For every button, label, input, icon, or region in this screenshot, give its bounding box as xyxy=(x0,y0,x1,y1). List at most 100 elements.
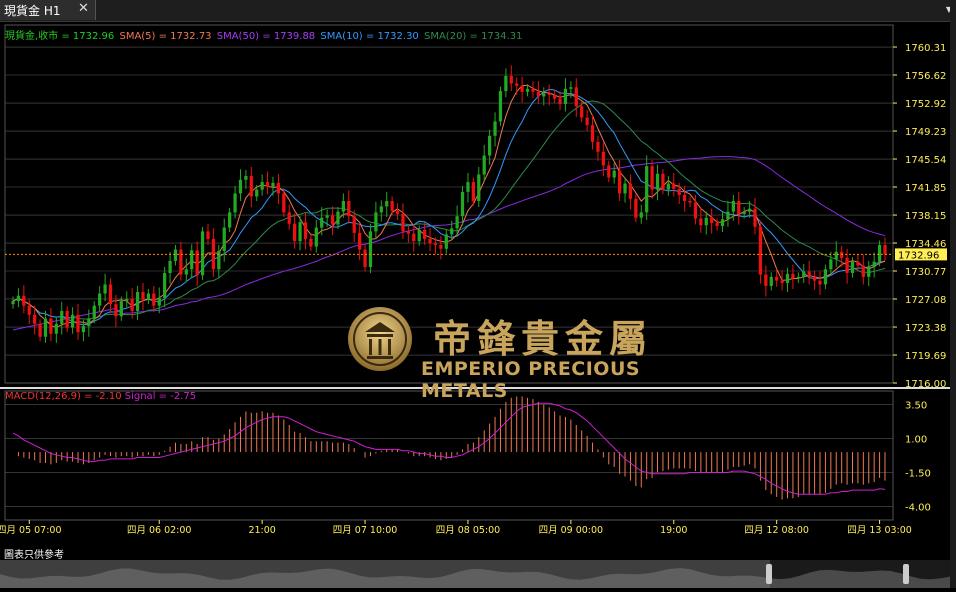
candle-body xyxy=(639,212,643,218)
candle-body xyxy=(845,257,849,274)
candle-body xyxy=(612,170,616,178)
candle-body xyxy=(525,88,530,92)
chart-svg[interactable]: 1760.31 1756.62 1752.92 1749.23 1745.54 1741.… xyxy=(0,22,950,562)
time-axis-label: 四月 05 07:00 xyxy=(0,525,62,536)
candle-body xyxy=(829,259,833,270)
candle-body xyxy=(119,301,123,317)
candle-body xyxy=(130,298,134,311)
candle-body xyxy=(645,166,649,213)
candle-body xyxy=(244,176,248,180)
candle-body xyxy=(867,266,871,277)
right-scrollbar[interactable] xyxy=(950,0,956,588)
candle-body xyxy=(163,273,167,299)
candle-body xyxy=(450,228,454,235)
time-axis-label: 21:00 xyxy=(248,525,275,536)
candle-body xyxy=(92,305,96,319)
time-axis-label: 四月 09 00:00 xyxy=(539,525,604,536)
candle-body xyxy=(737,201,741,214)
candle-body xyxy=(38,323,42,337)
candle-body xyxy=(726,211,730,220)
candle-body xyxy=(596,141,600,152)
candle-body xyxy=(54,323,58,334)
navigator-handle[interactable] xyxy=(766,564,772,584)
candle-body xyxy=(265,182,270,187)
candle-body xyxy=(607,165,611,178)
candle-body xyxy=(850,261,855,274)
candle-body xyxy=(482,155,486,175)
candle-body xyxy=(412,233,416,242)
disclaimer-text: 圖表只供參考 xyxy=(4,550,64,561)
price-axis-label: 1756.62 xyxy=(905,71,946,82)
price-axis-label: 1730.77 xyxy=(905,267,946,278)
candle-body xyxy=(601,151,605,166)
price-legend: 現貨金,收市 = 1732.96 SMA(5) = 1732.73 SMA(50… xyxy=(5,27,524,42)
candle-body xyxy=(861,265,865,277)
candle-body xyxy=(325,215,329,218)
candle-body xyxy=(179,249,183,275)
candle-body xyxy=(818,280,822,285)
candle-body xyxy=(883,245,887,255)
candle-body xyxy=(271,182,275,187)
candle-body xyxy=(401,213,405,232)
legend-macd: MACD(12,26,9) = -2.10 xyxy=(5,391,122,402)
candle-body xyxy=(390,201,394,211)
candle-body xyxy=(309,238,313,247)
candle-body xyxy=(710,217,714,224)
candle-body xyxy=(580,106,584,118)
candle-body xyxy=(200,231,205,276)
candle-body xyxy=(428,238,432,244)
candle-body xyxy=(872,261,876,267)
candle-body xyxy=(552,94,557,99)
candle-body xyxy=(395,210,400,214)
price-axis-label: 1723.38 xyxy=(905,323,946,334)
candle-body xyxy=(590,125,595,142)
logo-english-text: EMPERIO PRECIOUS METALS xyxy=(421,358,641,402)
candle-body xyxy=(358,232,362,250)
candle-body xyxy=(444,234,448,249)
candle-body xyxy=(125,298,129,302)
emperio-logo: 帝鋒貴金屬 EMPERIO PRECIOUS METALS xyxy=(345,304,715,402)
candle-body xyxy=(655,173,660,190)
candle-body xyxy=(769,276,773,286)
price-axis-label: 1745.54 xyxy=(905,155,946,166)
candle-body xyxy=(791,273,795,279)
candle-body xyxy=(617,170,622,194)
price-axis-label: 1719.69 xyxy=(905,351,946,362)
candle-body xyxy=(190,250,194,270)
candle-body xyxy=(184,269,188,275)
candle-body xyxy=(542,93,546,97)
navigator-window[interactable] xyxy=(0,560,770,588)
candle-body xyxy=(487,135,492,156)
candle-body xyxy=(141,292,145,300)
candle-body xyxy=(812,276,817,281)
macd-axis-label: 1.00 xyxy=(905,435,927,446)
candle-body xyxy=(574,87,578,107)
price-axis-label: 1734.46 xyxy=(905,239,946,250)
candle-body xyxy=(157,298,161,306)
candle-body xyxy=(233,193,237,213)
macd-axis-label: -4.00 xyxy=(905,502,931,513)
time-navigator[interactable] xyxy=(0,560,950,588)
close-icon[interactable]: ✕ xyxy=(78,1,89,16)
price-axis-label: 1716.00 xyxy=(905,379,946,390)
legend-price: 現貨金,收市 = 1732.96 xyxy=(5,31,115,42)
candle-body xyxy=(11,301,15,305)
chart-area[interactable]: 1760.31 1756.62 1752.92 1749.23 1745.54 1741.… xyxy=(0,22,950,562)
candle-body xyxy=(699,218,703,226)
candle-body xyxy=(347,201,351,217)
candle-body xyxy=(33,314,37,324)
candle-body xyxy=(742,211,746,214)
candle-body xyxy=(423,229,427,239)
candle-body xyxy=(49,318,53,334)
candle-body xyxy=(720,219,725,227)
tab-gold-h1[interactable]: 現貨金 H1 ✕ xyxy=(0,0,96,20)
navigator-svg[interactable] xyxy=(0,560,950,588)
candle-body xyxy=(114,304,118,317)
price-axis-label: 1738.15 xyxy=(905,211,946,222)
candle-body xyxy=(460,191,465,217)
candle-body xyxy=(455,216,459,229)
price-axis-label: 1741.85 xyxy=(905,183,946,194)
legend-sma5: SMA(5) = 1732.73 xyxy=(119,31,212,42)
candle-body xyxy=(27,305,31,315)
navigator-handle[interactable] xyxy=(903,564,909,584)
